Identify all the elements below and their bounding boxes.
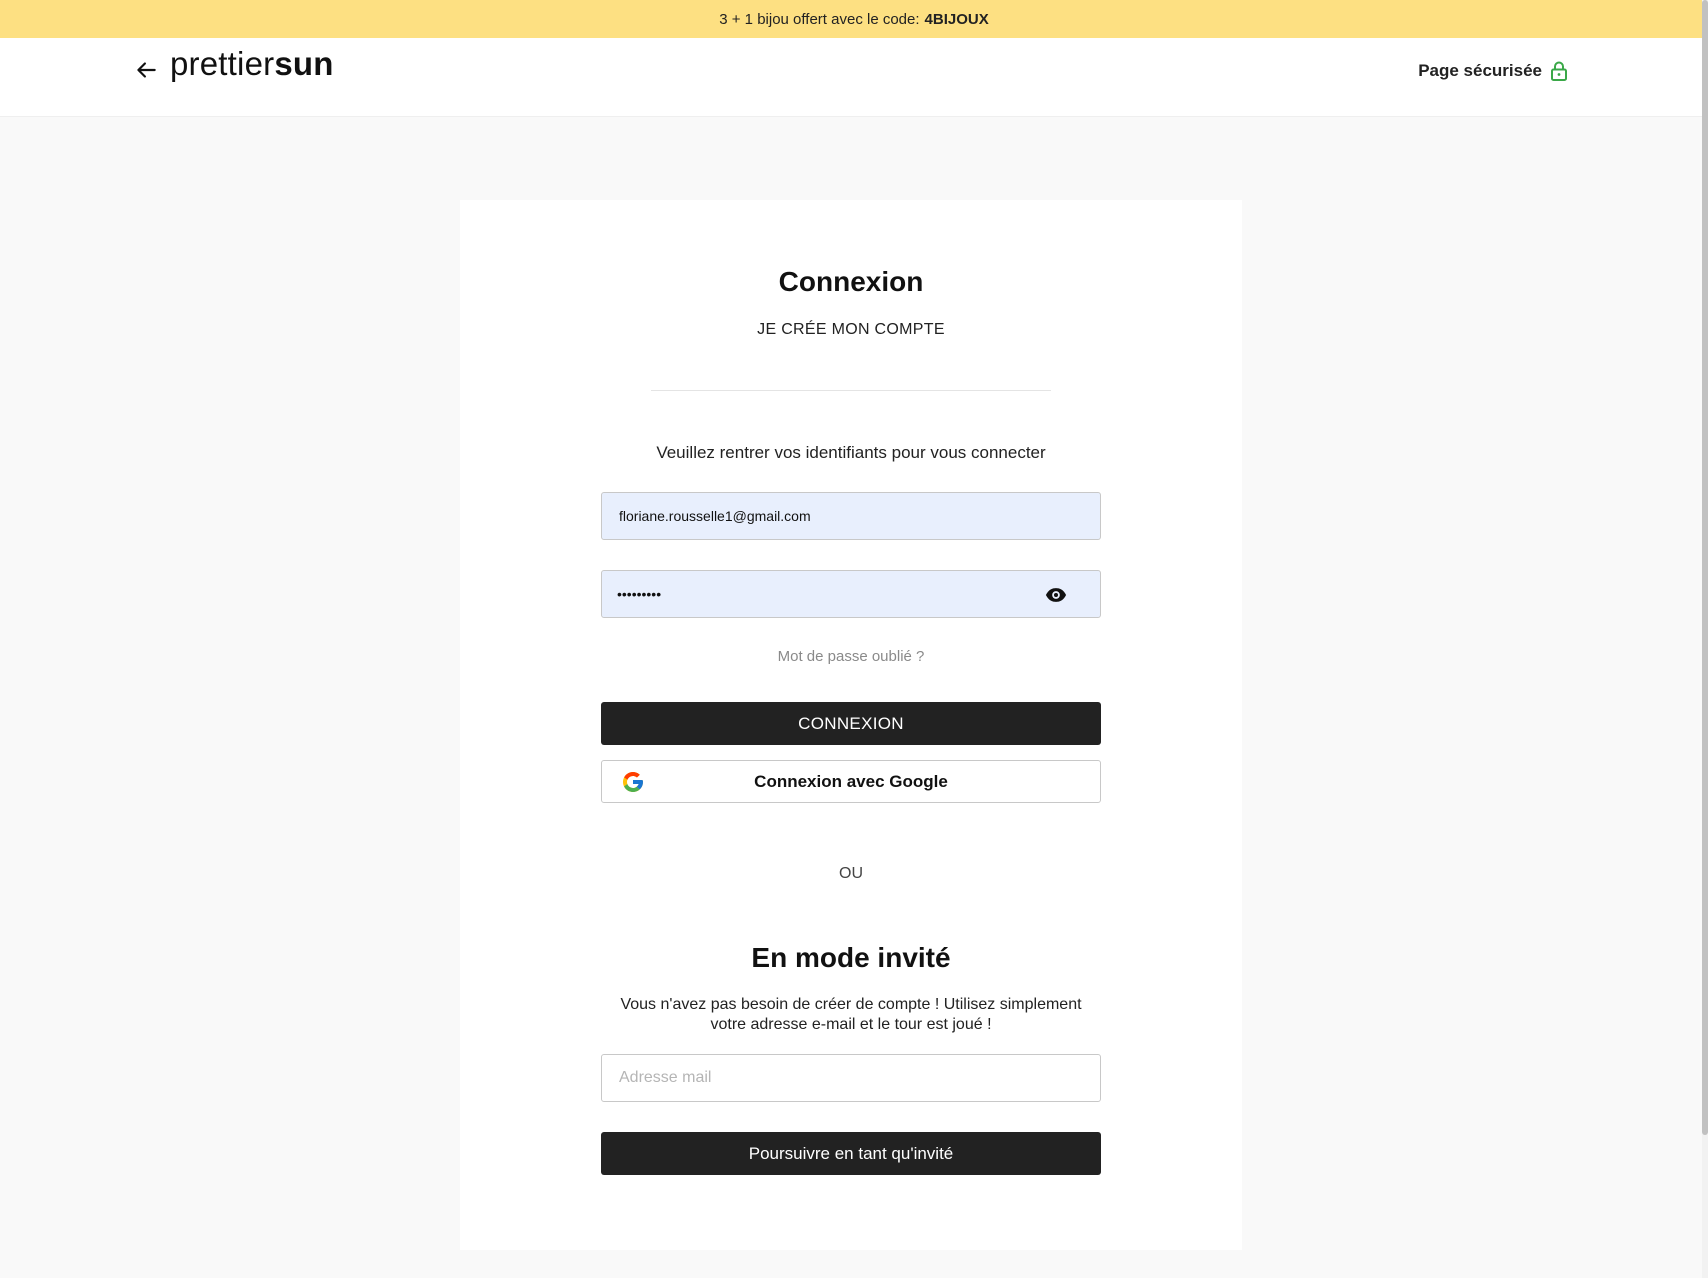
- google-login-button[interactable]: Connexion avec Google: [601, 760, 1101, 803]
- divider: [651, 390, 1051, 391]
- guest-description: Vous n'avez pas besoin de créer de compt…: [620, 996, 1082, 1033]
- logo-light-part: prettier: [170, 45, 275, 82]
- password-input[interactable]: •••••••••: [617, 586, 661, 602]
- promo-banner: 3 + 1 bijou offert avec le code: 4BIJOUX: [0, 0, 1708, 38]
- guest-title: En mode invité: [751, 942, 951, 973]
- promo-text: 3 + 1 bijou offert avec le code:: [719, 10, 920, 28]
- guest-email-input[interactable]: [617, 1068, 1085, 1088]
- login-button[interactable]: CONNEXION: [601, 702, 1101, 745]
- secure-page-indicator: Page sécurisée: [1418, 61, 1568, 81]
- google-icon: [623, 772, 643, 792]
- eye-icon[interactable]: [1044, 584, 1068, 606]
- lock-icon: [1551, 61, 1567, 81]
- google-login-label: Connexion avec Google: [754, 771, 948, 791]
- site-header: prettiersun Page sécurisée: [0, 38, 1708, 117]
- guest-email-field[interactable]: [601, 1054, 1101, 1102]
- login-title: Connexion: [778, 266, 924, 297]
- secure-label: Page sécurisée: [1418, 61, 1542, 80]
- arrow-left-icon[interactable]: [133, 57, 159, 83]
- email-field[interactable]: [601, 492, 1101, 540]
- promo-code: 4BIJOUX: [924, 10, 989, 28]
- scrollbar-thumb[interactable]: [1702, 0, 1708, 1135]
- create-account-link[interactable]: JE CRÉE MON COMPTE: [460, 321, 1242, 339]
- logo-bold-part: sun: [274, 45, 334, 82]
- login-instructions: Veuillez rentrer vos identifiants pour v…: [656, 443, 1046, 462]
- email-input[interactable]: [617, 507, 1085, 525]
- site-logo[interactable]: prettiersun: [170, 45, 334, 83]
- forgot-password-link[interactable]: Mot de passe oublié ?: [460, 648, 1242, 665]
- login-card: Connexion JE CRÉE MON COMPTE Veuillez re…: [460, 200, 1242, 1250]
- password-field[interactable]: •••••••••: [601, 570, 1101, 618]
- or-separator: OU: [839, 865, 863, 882]
- guest-continue-button[interactable]: Poursuivre en tant qu'invité: [601, 1132, 1101, 1175]
